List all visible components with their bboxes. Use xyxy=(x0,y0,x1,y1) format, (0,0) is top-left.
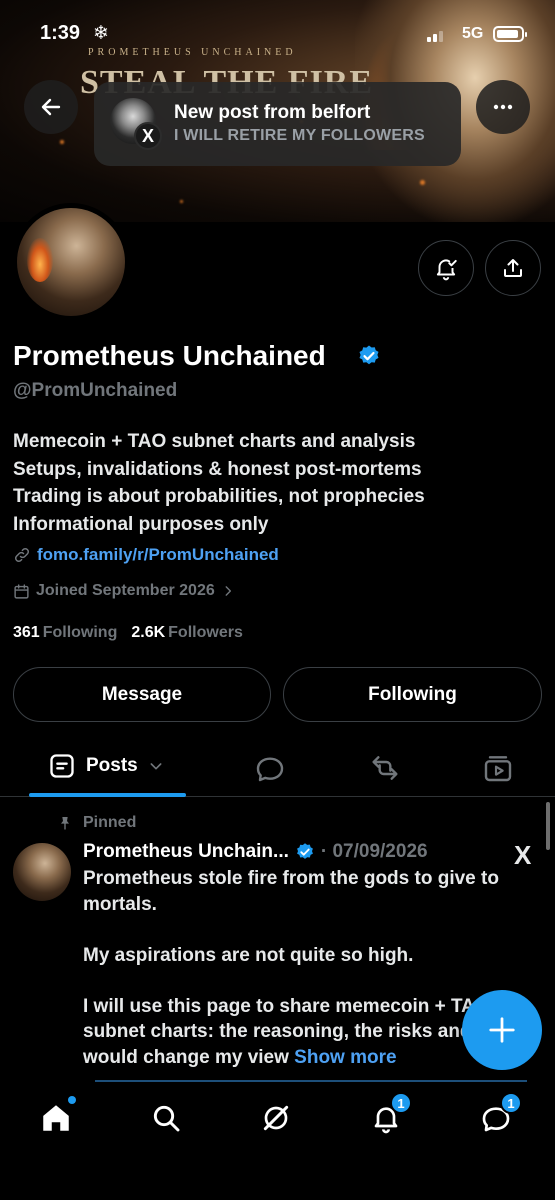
nav-grok[interactable] xyxy=(256,1098,296,1138)
share-icon xyxy=(504,259,522,277)
snowflake-icon: ❄ xyxy=(93,23,109,44)
plus-icon xyxy=(489,1017,515,1043)
follow-stats: 361 Following 2.6K Followers xyxy=(13,624,243,642)
following-stat[interactable]: 361 Following xyxy=(13,624,117,642)
nav-home[interactable] xyxy=(36,1096,76,1138)
post-header: Prometheus Unchain... · 07/09/2026 xyxy=(83,841,428,863)
signal-icon xyxy=(427,30,443,42)
notifications-subscribe-button[interactable] xyxy=(418,240,474,296)
home-unread-dot xyxy=(68,1096,76,1104)
pinned-label: Pinned xyxy=(83,814,137,831)
x-logo-icon: X xyxy=(134,122,162,150)
tab-posts[interactable]: Posts xyxy=(48,752,164,780)
followers-stat[interactable]: 2.6K Followers xyxy=(131,624,242,642)
home-icon xyxy=(43,1105,69,1131)
chevron-down-icon xyxy=(150,763,162,770)
tab-media[interactable] xyxy=(482,752,514,789)
bio-line: Memecoin + TAO subnet charts and analysi… xyxy=(13,431,416,452)
tab-posts-label: Posts xyxy=(86,755,138,776)
bell-check-icon xyxy=(436,259,457,281)
pinned-indicator: Pinned xyxy=(57,814,136,832)
new-post-notification[interactable]: X New post from belfort I WILL RETIRE MY… xyxy=(94,82,461,166)
link-icon xyxy=(14,547,30,563)
banner-brand-small: PROMETHEUS UNCHAINED xyxy=(88,47,297,58)
joined-text: Joined September 2026 xyxy=(36,582,215,599)
display-name: Prometheus Unchained xyxy=(13,340,326,371)
battery-icon xyxy=(493,26,527,42)
notification-subtitle: I WILL RETIRE MY FOLLOWERS xyxy=(174,127,425,144)
following-button[interactable]: Following xyxy=(283,667,542,722)
notifications-badge: 1 xyxy=(390,1092,412,1114)
verified-badge-icon xyxy=(357,344,381,373)
back-button[interactable] xyxy=(24,80,78,134)
scrollbar[interactable] xyxy=(546,802,550,850)
tab-replies[interactable] xyxy=(254,752,286,789)
pin-icon xyxy=(61,817,69,830)
profile-tabs: Posts xyxy=(0,740,555,797)
profile-link[interactable]: fomo.family/r/PromUnchained xyxy=(13,545,279,565)
search-icon xyxy=(153,1105,180,1132)
posts-icon xyxy=(50,754,74,778)
network-label: 5G xyxy=(462,25,484,42)
post-author-avatar[interactable] xyxy=(13,843,71,901)
followers-label: Followers xyxy=(168,624,243,641)
arrow-left-icon xyxy=(41,98,61,116)
reply-bubble-icon xyxy=(256,757,284,782)
post-paragraph: Prometheus stole fire from the gods to g… xyxy=(83,868,499,915)
following-count: 361 xyxy=(13,624,40,641)
post-paragraph: My aspirations are not quite so high. xyxy=(83,944,414,966)
profile-handle: @PromUnchained xyxy=(13,380,178,401)
notification-title: New post from belfort xyxy=(174,102,371,123)
status-time: 1:39 xyxy=(40,22,81,44)
nav-search[interactable] xyxy=(146,1098,186,1138)
tab-active-indicator xyxy=(29,793,186,797)
bottom-navigation: 1 1 xyxy=(0,1082,555,1200)
more-options-button[interactable] xyxy=(476,80,530,134)
message-button[interactable]: Message xyxy=(13,667,271,722)
profile-avatar[interactable] xyxy=(12,203,130,321)
joined-date[interactable]: Joined September 2026 xyxy=(13,582,235,600)
calendar-icon xyxy=(14,583,29,599)
post-date: · 07/09/2026 xyxy=(320,841,428,862)
nav-notifications[interactable]: 1 xyxy=(366,1092,412,1138)
media-icon xyxy=(484,756,512,782)
nav-messages[interactable]: 1 xyxy=(476,1092,522,1138)
chevron-right-icon xyxy=(225,586,231,596)
verified-badge-icon xyxy=(296,843,313,859)
share-button[interactable] xyxy=(485,240,541,296)
more-horizontal-icon xyxy=(493,104,513,110)
tab-reposts[interactable] xyxy=(368,752,402,789)
profile-link-text[interactable]: fomo.family/r/PromUnchained xyxy=(37,545,279,565)
profile-bio: Memecoin + TAO subnet charts and analysi… xyxy=(13,428,543,538)
post-author-name[interactable]: Prometheus Unchain... xyxy=(83,841,289,863)
bio-line: Setups, invalidations & honest post-mort… xyxy=(13,458,422,480)
bio-line: Trading is about probabilities, not prop… xyxy=(13,486,425,507)
bio-line: Informational purposes only xyxy=(13,513,269,535)
grok-icon xyxy=(263,1105,289,1131)
followers-count: 2.6K xyxy=(131,624,166,641)
show-more-link[interactable]: Show more xyxy=(294,1047,396,1068)
following-label: Following xyxy=(42,624,118,641)
compose-post-button[interactable] xyxy=(462,990,542,1070)
messages-badge: 1 xyxy=(500,1092,522,1114)
repost-icon xyxy=(372,756,398,780)
